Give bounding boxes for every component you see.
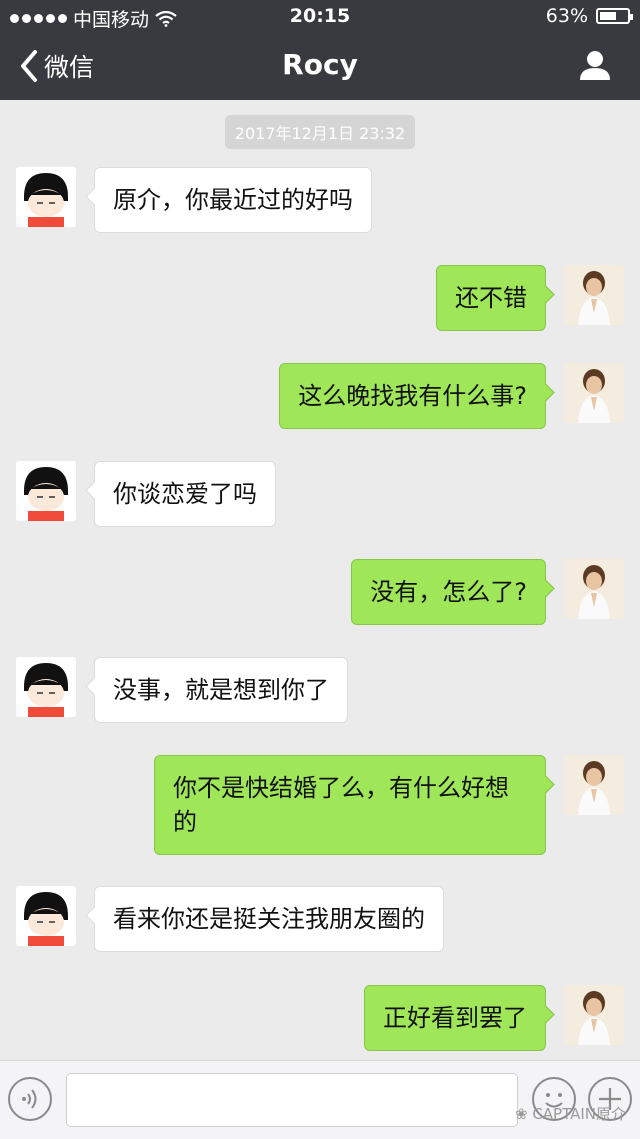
timestamp-row: 2017年12月1日 23:32 (0, 115, 640, 149)
contact-avatar[interactable] (16, 657, 76, 717)
message-bubble[interactable]: 你谈恋爱了吗 (94, 461, 276, 527)
message-bubble[interactable]: 原介，你最近过的好吗 (94, 167, 372, 233)
watermark: ❀ CAPTAIN原介 (515, 1103, 626, 1124)
battery-group: 63% (545, 5, 633, 27)
message-input[interactable] (66, 1073, 518, 1127)
status-time: 20:15 (289, 5, 351, 27)
battery-fill (600, 12, 617, 20)
message-bubble[interactable]: 没事，就是想到你了 (94, 657, 348, 723)
message-bubble[interactable]: 正好看到罢了 (364, 985, 546, 1051)
input-bar: ❀ CAPTAIN原介 (0, 1060, 640, 1139)
contact-avatar[interactable] (16, 167, 76, 227)
user-avatar[interactable] (564, 985, 624, 1045)
person-icon[interactable] (578, 48, 612, 82)
user-avatar[interactable] (564, 363, 624, 423)
top-bar: 中国移动 20:15 63% 微信 Rocy (0, 0, 640, 100)
message-bubble[interactable]: 没有，怎么了? (351, 559, 546, 625)
user-avatar[interactable] (564, 265, 624, 325)
message-bubble[interactable]: 看来你还是挺关注我朋友圈的 (94, 886, 444, 952)
battery-percent: 63% (545, 5, 588, 27)
voice-icon (22, 1089, 37, 1109)
timestamp: 2017年12月1日 23:32 (224, 115, 416, 149)
contact-avatar[interactable] (16, 886, 76, 946)
watermark-text: CAPTAIN原介 (532, 1105, 626, 1123)
message-bubble[interactable]: 这么晚找我有什么事? (279, 363, 546, 429)
wechat-logo-icon: ❀ (514, 1105, 528, 1123)
chat-title: Rocy (282, 48, 358, 81)
voice-button[interactable] (8, 1077, 52, 1121)
nav-bar: 微信 Rocy (0, 34, 640, 100)
contact-avatar[interactable] (16, 461, 76, 521)
battery-icon (596, 8, 633, 24)
user-avatar[interactable] (564, 559, 624, 619)
message-bubble[interactable]: 还不错 (436, 265, 546, 331)
status-bar: 中国移动 20:15 63% (0, 0, 640, 34)
message-bubble[interactable]: 你不是快结婚了么，有什么好想的 (154, 755, 546, 855)
user-avatar[interactable] (564, 755, 624, 815)
